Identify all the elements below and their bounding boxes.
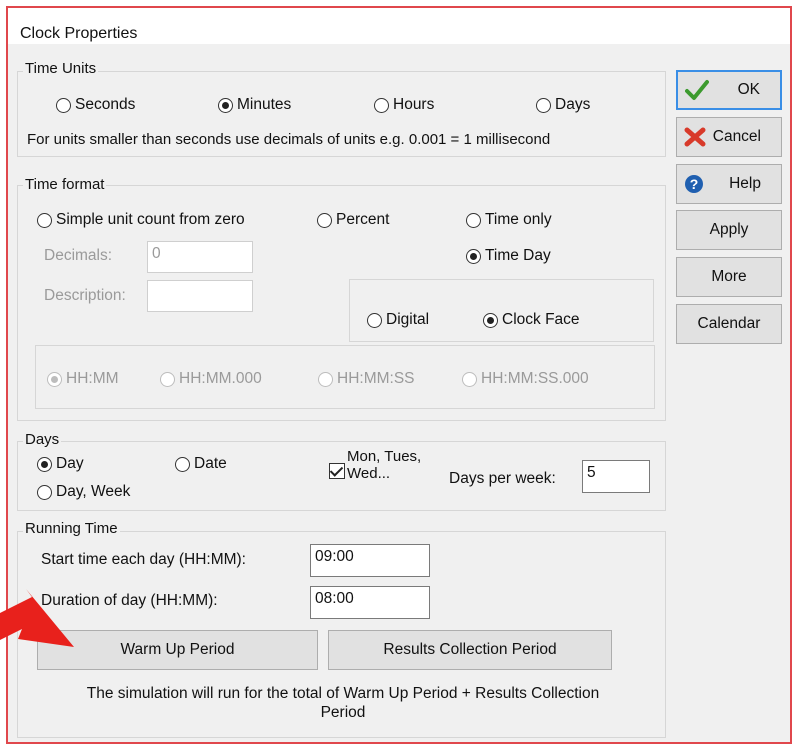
annotation-arrow-icon [0, 589, 74, 647]
window-border [6, 6, 792, 744]
clock-properties-dialog: Clock Properties Time Units Seconds Minu… [0, 0, 797, 746]
